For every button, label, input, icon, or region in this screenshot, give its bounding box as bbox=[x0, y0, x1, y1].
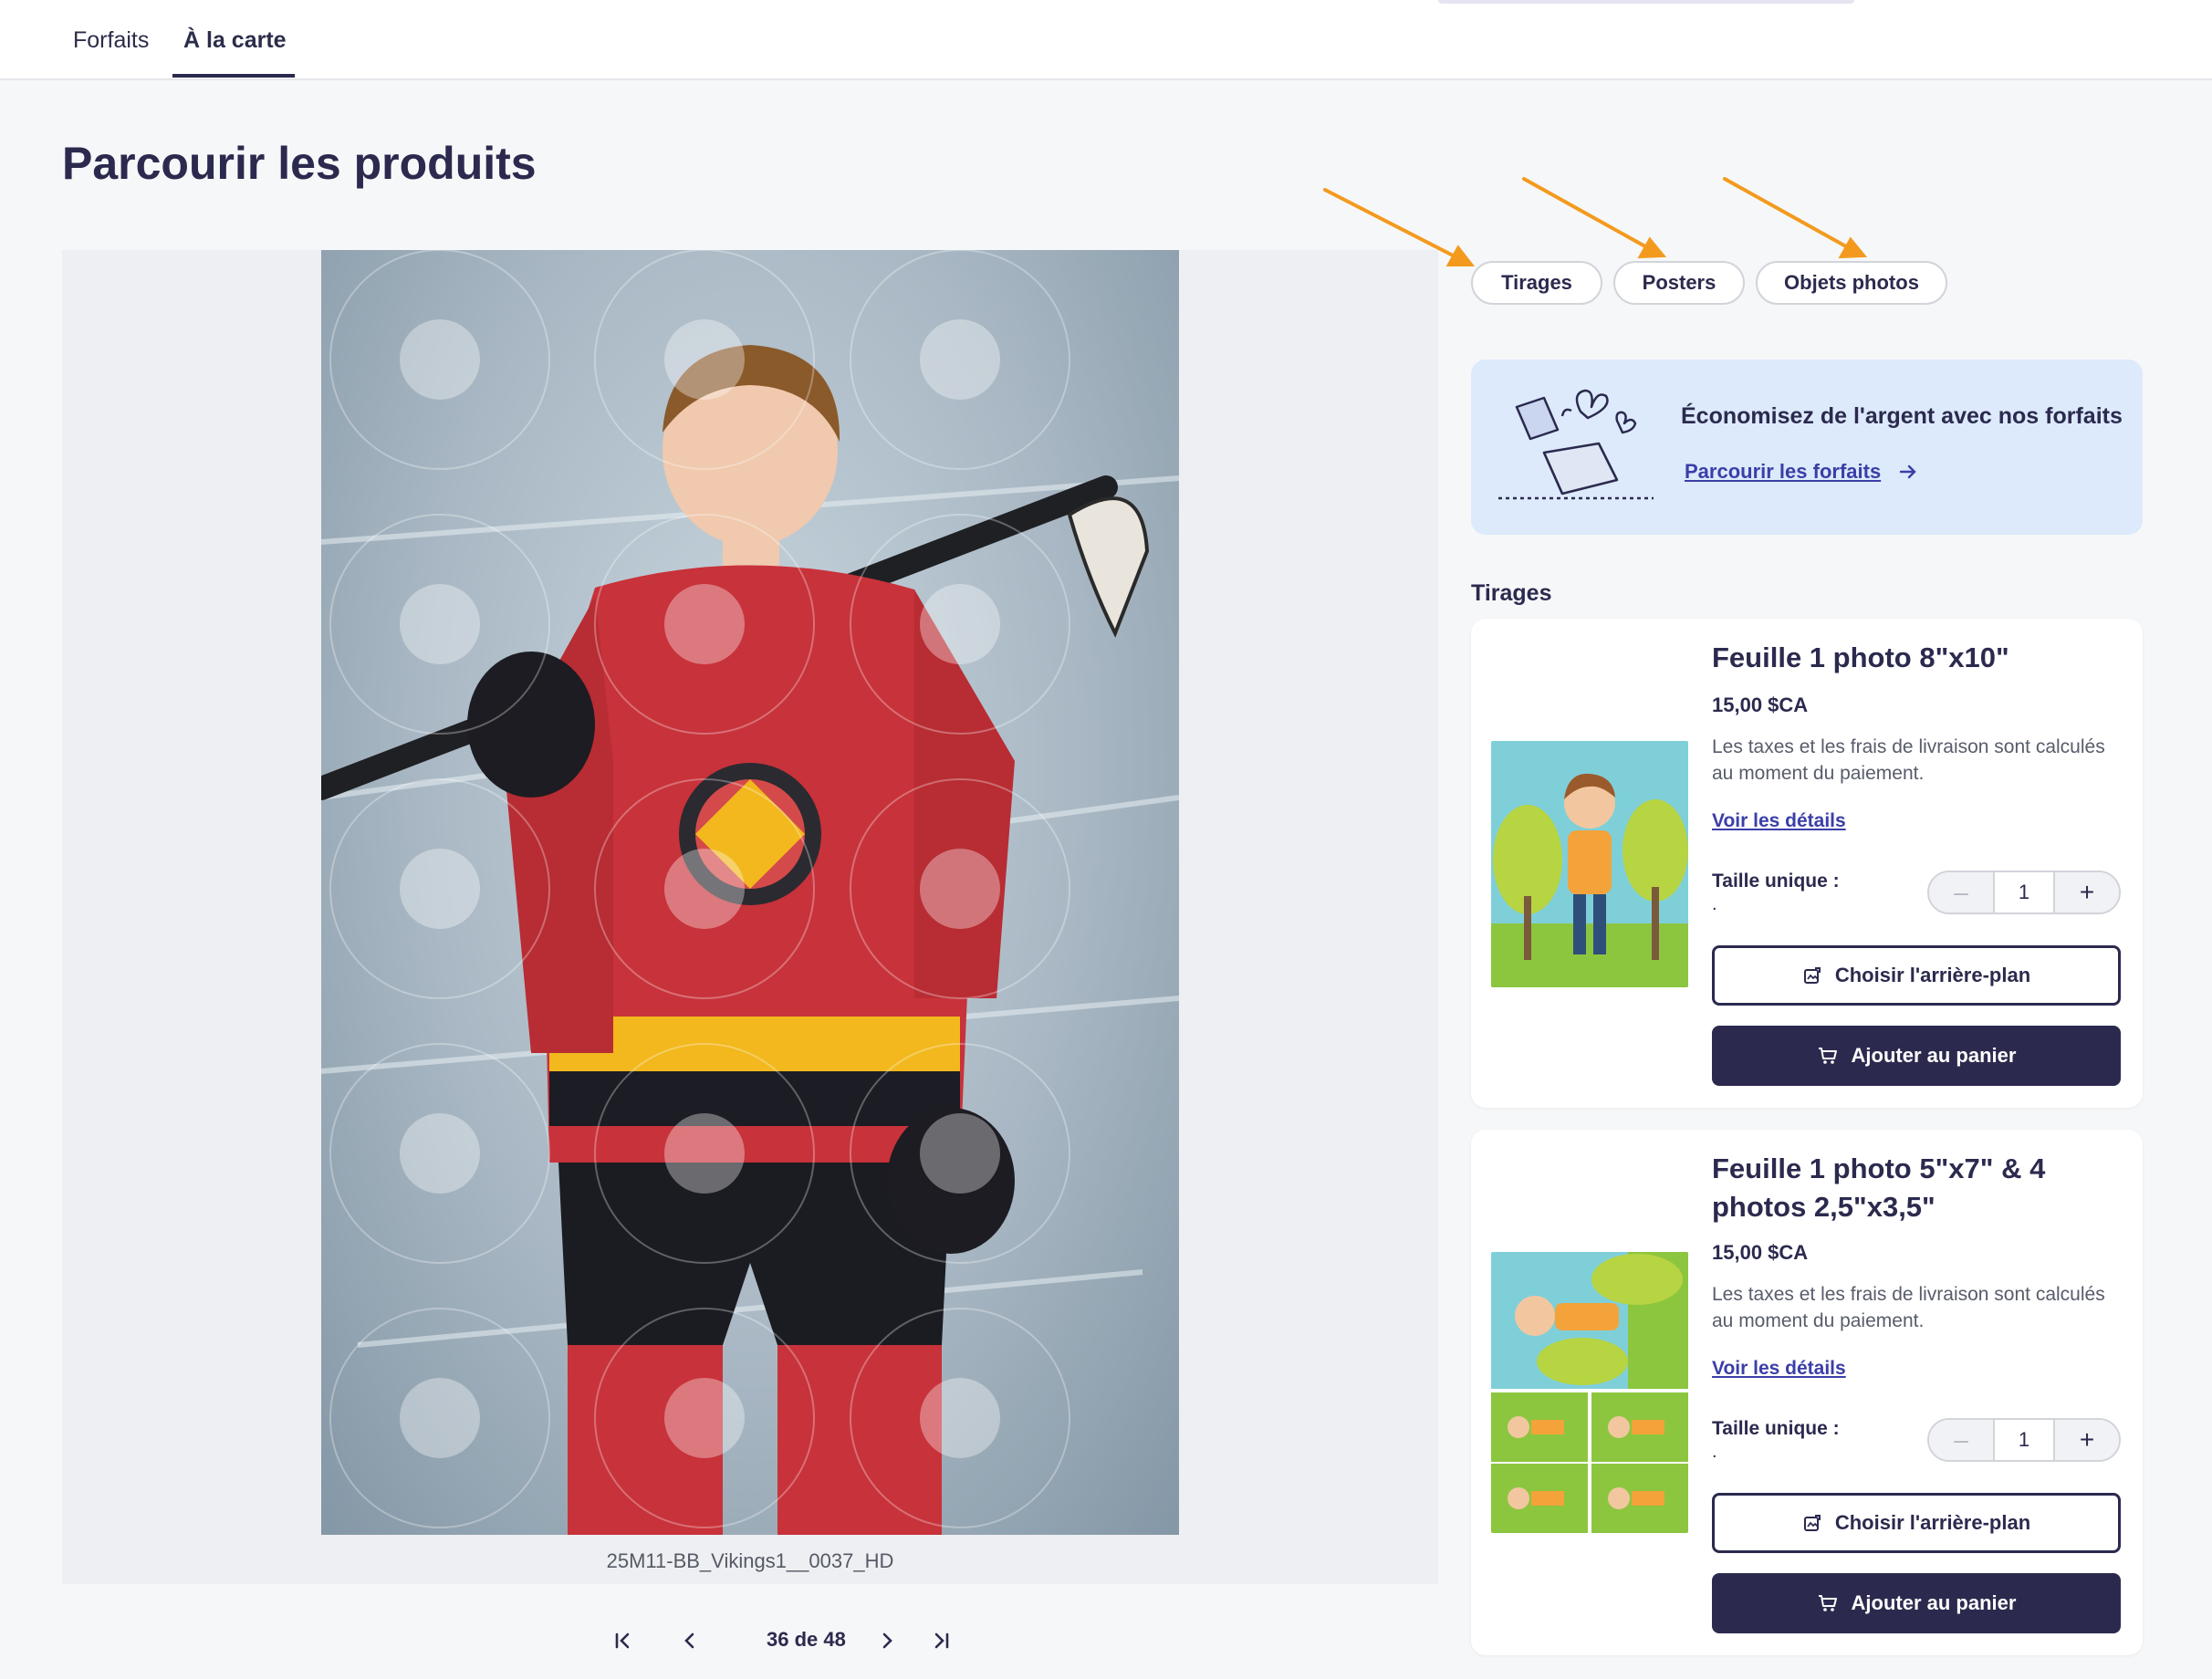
add-to-cart-label: Ajouter au panier bbox=[1851, 1044, 2017, 1067]
size-label: Taille unique : bbox=[1712, 871, 1840, 892]
choose-background-button[interactable]: Choisir l'arrière-plan bbox=[1712, 945, 2121, 1006]
size-value: . bbox=[1712, 1442, 1717, 1462]
product-title: Feuille 1 photo 5"x7" & 4 photos 2,5"x3,… bbox=[1712, 1152, 2046, 1223]
top-tab-bar: Forfaits À la carte bbox=[0, 0, 2212, 80]
product-title: Feuille 1 photo 8"x10" bbox=[1712, 641, 2009, 673]
add-to-cart-button[interactable]: Ajouter au panier bbox=[1712, 1026, 2121, 1086]
cart-icon bbox=[1818, 1048, 1837, 1064]
minus-icon[interactable]: – bbox=[1929, 1420, 1993, 1460]
size-label: Taille unique : bbox=[1712, 1418, 1840, 1439]
size-value: . bbox=[1712, 894, 1717, 914]
choose-background-label: Choisir l'arrière-plan bbox=[1834, 1511, 2031, 1534]
section-title-tirages: Tirages bbox=[1471, 580, 1552, 606]
page-title: Parcourir les produits bbox=[62, 138, 537, 189]
quantity-value[interactable]: 1 bbox=[1993, 872, 2055, 912]
plus-icon[interactable]: + bbox=[2055, 1420, 2119, 1460]
product-photo[interactable] bbox=[321, 250, 1179, 1535]
add-to-cart-button[interactable]: Ajouter au panier bbox=[1712, 1573, 2121, 1633]
active-tab-indicator bbox=[172, 74, 295, 78]
edit-image-icon bbox=[1803, 1515, 1821, 1531]
product-card: Feuille 1 photo 5"x7" & 4 photos 2,5"x3,… bbox=[1471, 1130, 2143, 1655]
prev-page-icon[interactable] bbox=[673, 1624, 706, 1657]
photo-viewer: 25M11-BB_Vikings1__0037_HD 36 de 48 bbox=[62, 250, 1438, 1651]
packages-promo-banner: Économisez de l'argent avec nos forfaits… bbox=[1471, 360, 2143, 535]
product-thumbnail[interactable] bbox=[1491, 1252, 1688, 1533]
browse-packages-link[interactable]: Parcourir les forfaits bbox=[1685, 460, 1881, 484]
tab-a-la-carte[interactable]: À la carte bbox=[183, 27, 287, 54]
product-price: 15,00 $CA bbox=[1712, 694, 1809, 716]
product-description: Les taxes et les frais de livraison sont… bbox=[1712, 736, 2105, 784]
header-decoration bbox=[1438, 0, 1854, 4]
minus-icon[interactable]: – bbox=[1929, 872, 1993, 912]
arrow-right-icon[interactable] bbox=[1898, 462, 1918, 482]
plus-icon[interactable]: + bbox=[2055, 872, 2119, 912]
filter-chip-tirages[interactable]: Tirages bbox=[1471, 261, 1602, 305]
product-thumbnail[interactable] bbox=[1491, 741, 1688, 987]
gift-box-illustration bbox=[1498, 389, 1654, 500]
promo-title: Économisez de l'argent avec nos forfaits bbox=[1681, 403, 2123, 429]
last-page-icon[interactable] bbox=[925, 1624, 958, 1657]
hockey-player-illustration bbox=[321, 250, 1179, 1535]
product-card: Feuille 1 photo 8"x10" 15,00 $CA Les tax… bbox=[1471, 619, 2143, 1108]
choose-background-label: Choisir l'arrière-plan bbox=[1834, 964, 2031, 986]
edit-image-icon bbox=[1803, 967, 1821, 984]
view-details-link[interactable]: Voir les détails bbox=[1712, 1358, 1846, 1380]
choose-background-button[interactable]: Choisir l'arrière-plan bbox=[1712, 1493, 2121, 1553]
tab-forfaits[interactable]: Forfaits bbox=[73, 27, 149, 54]
photo-filename: 25M11-BB_Vikings1__0037_HD bbox=[606, 1549, 894, 1572]
next-page-icon[interactable] bbox=[871, 1624, 903, 1657]
filter-chip-posters[interactable]: Posters bbox=[1613, 261, 1745, 305]
annotation-arrows bbox=[1323, 177, 1868, 266]
add-to-cart-label: Ajouter au panier bbox=[1851, 1591, 2017, 1614]
quantity-stepper: – 1 + bbox=[1927, 871, 2121, 914]
page-counter: 36 de 48 bbox=[767, 1628, 846, 1651]
photo-pager: 36 de 48 bbox=[62, 1624, 1559, 1661]
cart-icon bbox=[1818, 1595, 1837, 1611]
quantity-value[interactable]: 1 bbox=[1993, 1420, 2055, 1460]
first-page-icon[interactable] bbox=[606, 1624, 639, 1657]
quantity-stepper: – 1 + bbox=[1927, 1418, 2121, 1462]
product-description: Les taxes et les frais de livraison sont… bbox=[1712, 1284, 2105, 1331]
product-price: 15,00 $CA bbox=[1712, 1241, 1809, 1264]
view-details-link[interactable]: Voir les détails bbox=[1712, 810, 1846, 832]
filter-chip-objets-photos[interactable]: Objets photos bbox=[1756, 261, 1947, 305]
